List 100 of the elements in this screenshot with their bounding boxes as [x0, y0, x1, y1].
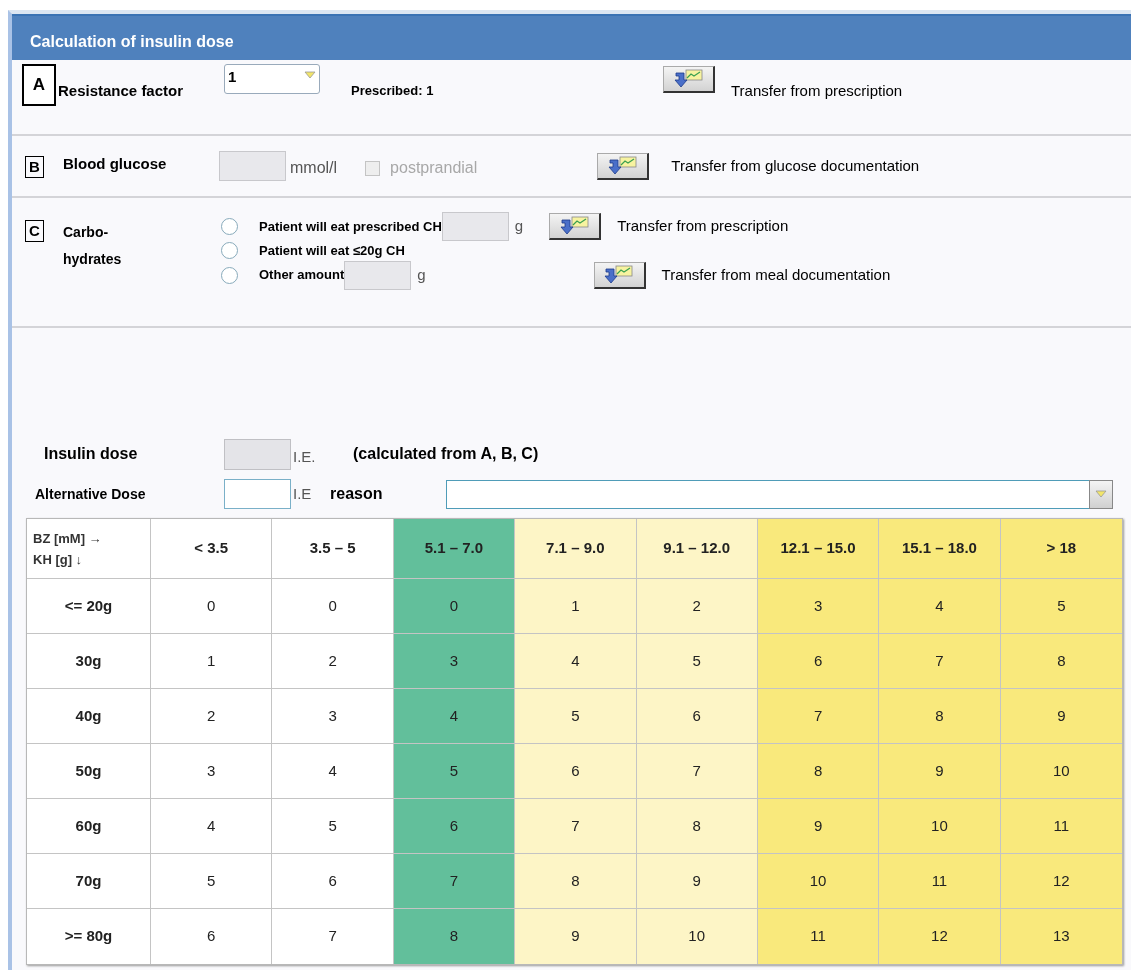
table-cell: 9 — [879, 744, 1001, 799]
unit-label: mmol/l — [290, 158, 338, 178]
table-cell: 4 — [515, 634, 637, 689]
radio-option[interactable]: Other amount — [221, 265, 345, 285]
transfer-label: Transfer from prescription — [617, 216, 789, 237]
transfer-label: Transfer from meal documentation — [661, 264, 891, 285]
table-header-cell: 12.1 – 15.0 — [757, 519, 880, 579]
table-cell: 2 — [272, 634, 394, 689]
radio-option[interactable]: Patient will eat ≤20g CH — [221, 241, 405, 261]
table-cell: 30g — [27, 634, 151, 689]
arrow-chart-icon — [671, 69, 706, 89]
letter-box: C — [25, 220, 44, 242]
transfer-button[interactable] — [597, 152, 650, 180]
table-cell: 7 — [393, 854, 516, 909]
input-field[interactable] — [344, 260, 412, 290]
table-cell: 0 — [151, 579, 273, 634]
input-field[interactable] — [224, 479, 291, 509]
field-label: Blood glucose — [63, 153, 168, 174]
table-header-cell: 9.1 – 12.0 — [636, 519, 758, 579]
table-cell: 4 — [151, 799, 273, 854]
table-cell: 6 — [515, 744, 637, 799]
table-header-cell: 15.1 – 18.0 — [879, 519, 1001, 579]
table-header-cell: 3.5 – 5 — [272, 519, 394, 579]
field-label: reason — [330, 484, 384, 504]
table-cell: 40g — [27, 689, 151, 744]
table-cell: 8 — [636, 799, 758, 854]
arrow-chart-icon — [557, 216, 592, 236]
transfer-button[interactable] — [593, 261, 646, 289]
table-cell: 70g — [27, 854, 151, 909]
table-cell: 10 — [1000, 744, 1122, 799]
table-cell: 7 — [272, 909, 394, 964]
field-label: Insulin dose — [44, 444, 139, 464]
table-cell: 3 — [757, 579, 880, 634]
table-cell: 9 — [1000, 689, 1122, 744]
unit-label: I.E — [293, 483, 313, 504]
table-cell: 5 — [272, 799, 394, 854]
table-cell: 11 — [757, 909, 880, 964]
table-cell: 1 — [515, 579, 637, 634]
table-cell: 1 — [151, 634, 273, 689]
transfer-button[interactable] — [663, 66, 715, 93]
table-cell: 3 — [151, 744, 273, 799]
table-cell: 2 — [636, 579, 758, 634]
table-cell: 0 — [272, 579, 394, 634]
table-cell: 8 — [515, 854, 637, 909]
table-cell: >= 80g — [27, 909, 151, 964]
table-cell: 7 — [636, 744, 758, 799]
table-cell: 7 — [757, 689, 880, 744]
table-cell: 7 — [515, 799, 637, 854]
table-cell: 6 — [636, 689, 758, 744]
input-field[interactable] — [441, 212, 509, 241]
table-cell: 4 — [879, 579, 1001, 634]
prescribed-text: Prescribed: 1 — [351, 82, 435, 100]
table-cell: 12 — [1000, 854, 1122, 909]
unit-label: g — [514, 216, 524, 237]
radio-option[interactable]: Patient will eat prescribed CH — [221, 216, 442, 237]
table-cell: 50g — [27, 744, 151, 799]
table-cell: 8 — [879, 689, 1001, 744]
table-cell: 10 — [879, 799, 1001, 854]
input-field[interactable] — [224, 438, 291, 470]
header-title: Calculation of insulin dose — [30, 32, 234, 52]
input-field[interactable] — [219, 151, 286, 181]
table-cell: 9 — [757, 799, 880, 854]
unit-label: g — [417, 264, 426, 285]
table-cell: <= 20g — [27, 579, 151, 634]
caret-icon — [304, 71, 316, 79]
table-cell: 5 — [636, 634, 758, 689]
transfer-button[interactable] — [549, 213, 602, 240]
table-cell: 0 — [393, 579, 516, 634]
table-cell: 3 — [272, 689, 394, 744]
table-cell: 3 — [393, 634, 516, 689]
field-label: Carbo- hydrates — [63, 223, 123, 269]
table-cell: 5 — [1000, 579, 1122, 634]
table-cell: 7 — [879, 634, 1001, 689]
transfer-label: Transfer from prescription — [731, 81, 903, 101]
table-header-cell: BZ [mM] → KH [g] ↓ — [27, 519, 151, 579]
resistance-select[interactable]: 1 — [224, 64, 320, 94]
table-cell: 2 — [151, 689, 273, 744]
table-cell: 8 — [757, 744, 880, 799]
table-cell: 5 — [151, 854, 273, 909]
field-label: Resistance factor — [58, 81, 185, 101]
caret-icon — [1095, 490, 1107, 498]
table-cell: 60g — [27, 799, 151, 854]
table-cell: 5 — [515, 689, 637, 744]
table-cell: 10 — [636, 909, 758, 964]
reason-select[interactable] — [446, 479, 1113, 509]
table-header-cell: > 18 — [1000, 519, 1122, 579]
table-cell: 8 — [1000, 634, 1122, 689]
unit-label: I.E. — [293, 446, 317, 467]
table-header-cell: < 3.5 — [151, 519, 273, 579]
table-cell: 13 — [1000, 909, 1122, 964]
table-cell: 9 — [515, 909, 637, 964]
table-cell: 6 — [151, 909, 273, 964]
calculation-note: (calculated from A, B, C) — [353, 444, 539, 464]
table-cell: 5 — [393, 744, 516, 799]
table-cell: 4 — [393, 689, 516, 744]
table-header-cell: 5.1 – 7.0 — [393, 519, 516, 579]
table-cell: 6 — [393, 799, 516, 854]
table-cell: 8 — [393, 909, 516, 964]
letter-box: B — [25, 156, 44, 178]
table-cell: 12 — [879, 909, 1001, 964]
